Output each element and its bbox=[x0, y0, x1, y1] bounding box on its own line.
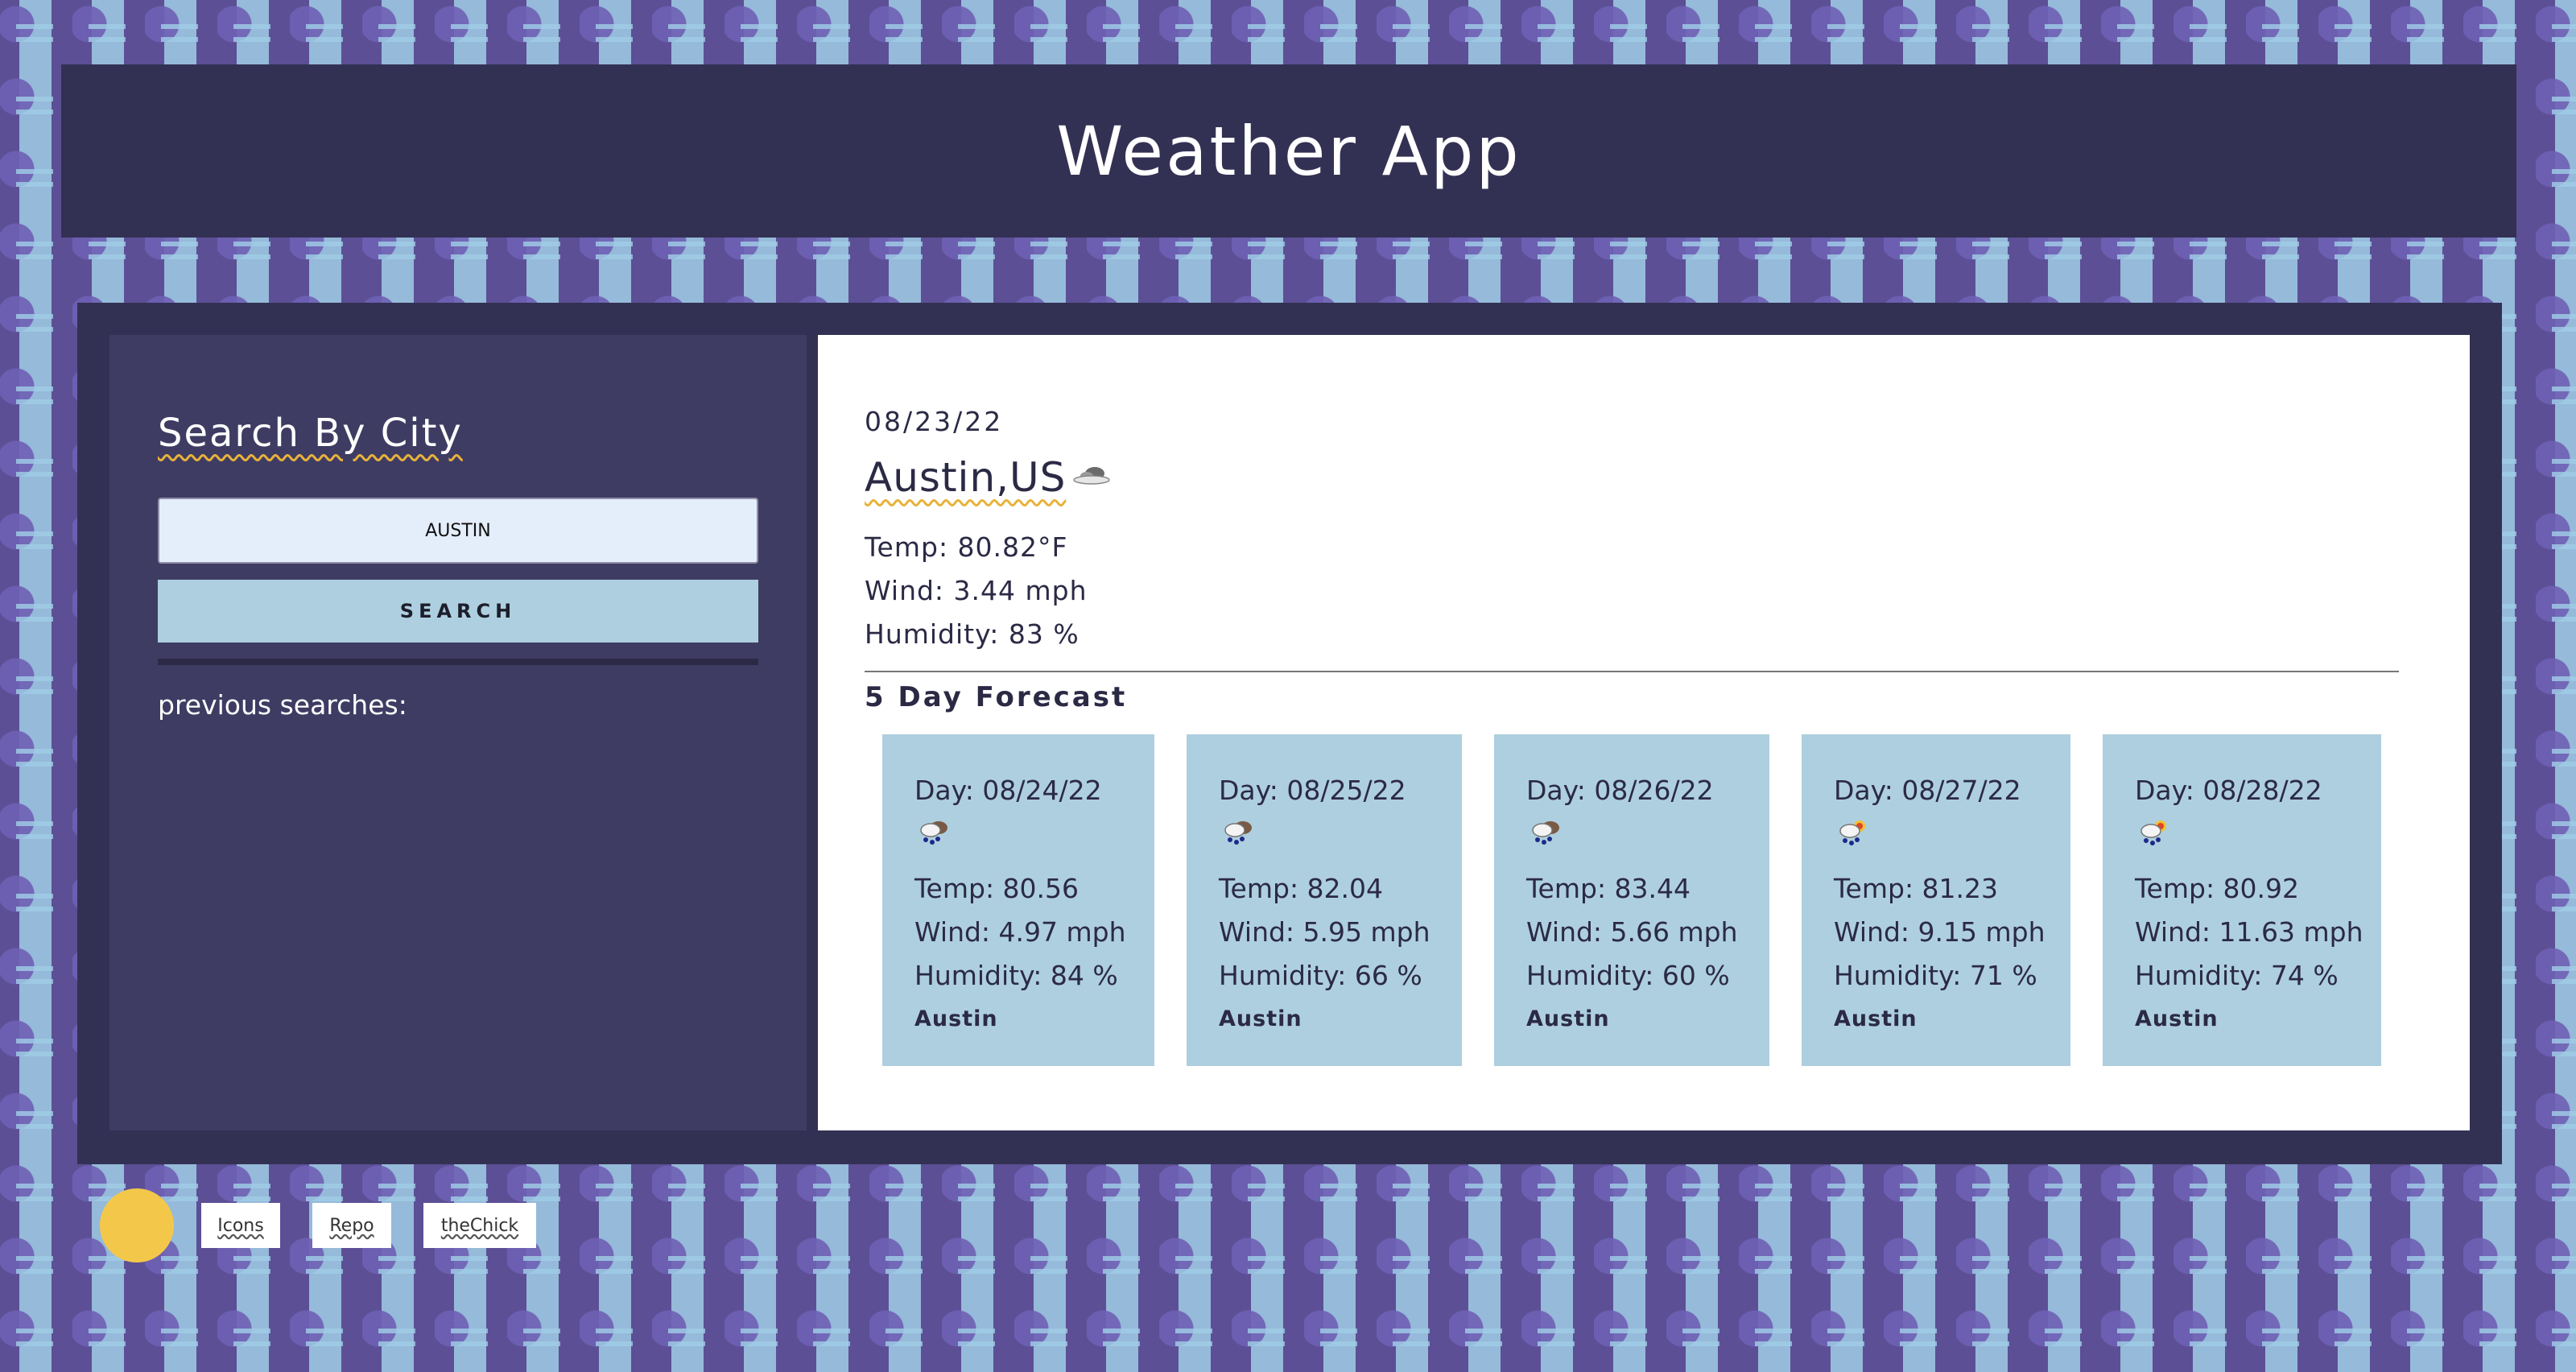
current-temp: Temp: 80.82°F bbox=[865, 531, 1068, 563]
sidebar-divider bbox=[158, 659, 758, 665]
forecast-humidity: Humidity: 84 % bbox=[914, 960, 1118, 991]
forecast-humidity: Humidity: 71 % bbox=[1834, 960, 2037, 991]
forecast-card: Day: 08/26/22 Temp: 83.44 Wind: 5.66 mph… bbox=[1494, 734, 1769, 1066]
forecast-wind: Wind: 5.95 mph bbox=[1219, 916, 1430, 948]
city-search-input[interactable] bbox=[158, 498, 758, 564]
forecast-humidity: Humidity: 60 % bbox=[1526, 960, 1730, 991]
sun-toggle-button[interactable] bbox=[100, 1188, 174, 1262]
forecast-card: Day: 08/28/22 Temp: 80.92 Wind: 11.63 mp… bbox=[2103, 734, 2381, 1066]
forecast-date: Day: 08/24/22 bbox=[914, 775, 1102, 806]
forecast-date: Day: 08/26/22 bbox=[1526, 775, 1714, 806]
forecast-date: Day: 08/25/22 bbox=[1219, 775, 1406, 806]
previous-searches-label: previous searches: bbox=[158, 689, 407, 721]
forecast-city: Austin bbox=[914, 1006, 998, 1031]
forecast-city: Austin bbox=[1834, 1006, 1918, 1031]
current-wind: Wind: 3.44 mph bbox=[865, 575, 1088, 606]
forecast-date: Day: 08/27/22 bbox=[1834, 775, 2021, 806]
cloudy-icon bbox=[1073, 467, 1110, 485]
forecast-wind: Wind: 9.15 mph bbox=[1834, 916, 2046, 948]
forecast-wind: Wind: 4.97 mph bbox=[914, 916, 1126, 948]
forecast-temp: Temp: 83.44 bbox=[1526, 873, 1691, 904]
forecast-temp: Temp: 80.92 bbox=[2135, 873, 2300, 904]
forecast-card: Day: 08/27/22 Temp: 81.23 Wind: 9.15 mph… bbox=[1802, 734, 2070, 1066]
current-city: Austin,US bbox=[865, 454, 1067, 501]
rain-cloud-icon bbox=[1532, 821, 1559, 845]
icons-link[interactable]: Icons bbox=[201, 1203, 280, 1248]
forecast-city: Austin bbox=[1526, 1006, 1610, 1031]
forecast-temp: Temp: 81.23 bbox=[1834, 873, 1999, 904]
search-heading: Search By City bbox=[158, 411, 463, 456]
thechick-link[interactable]: theChick bbox=[423, 1203, 536, 1248]
forecast-card: Day: 08/25/22 Temp: 82.04 Wind: 5.95 mph… bbox=[1187, 734, 1462, 1066]
repo-link[interactable]: Repo bbox=[312, 1203, 391, 1248]
forecast-temp: Temp: 82.04 bbox=[1219, 873, 1384, 904]
current-date: 08/23/22 bbox=[865, 406, 1004, 437]
sun-rain-cloud-icon bbox=[1839, 820, 1865, 845]
rain-cloud-icon bbox=[920, 821, 947, 845]
forecast-wind: Wind: 5.66 mph bbox=[1526, 916, 1738, 948]
forecast-title: 5 Day Forecast bbox=[865, 681, 1128, 713]
forecast-date: Day: 08/28/22 bbox=[2135, 775, 2322, 806]
forecast-humidity: Humidity: 66 % bbox=[1219, 960, 1422, 991]
sun-rain-cloud-icon bbox=[2140, 820, 2166, 845]
forecast-city: Austin bbox=[1219, 1006, 1302, 1031]
forecast-divider bbox=[865, 671, 2399, 672]
app-header: Weather App bbox=[61, 64, 2516, 238]
current-humidity: Humidity: 83 % bbox=[865, 618, 1080, 650]
forecast-temp: Temp: 80.56 bbox=[914, 873, 1080, 904]
forecast-card: Day: 08/24/22 Temp: 80.56 Wind: 4.97 mph… bbox=[882, 734, 1154, 1066]
app-title: Weather App bbox=[1056, 111, 1521, 191]
forecast-humidity: Humidity: 74 % bbox=[2135, 960, 2339, 991]
search-button[interactable]: SEARCH bbox=[158, 580, 758, 643]
forecast-city: Austin bbox=[2135, 1006, 2219, 1031]
rain-cloud-icon bbox=[1224, 821, 1252, 845]
forecast-wind: Wind: 11.63 mph bbox=[2135, 916, 2363, 948]
